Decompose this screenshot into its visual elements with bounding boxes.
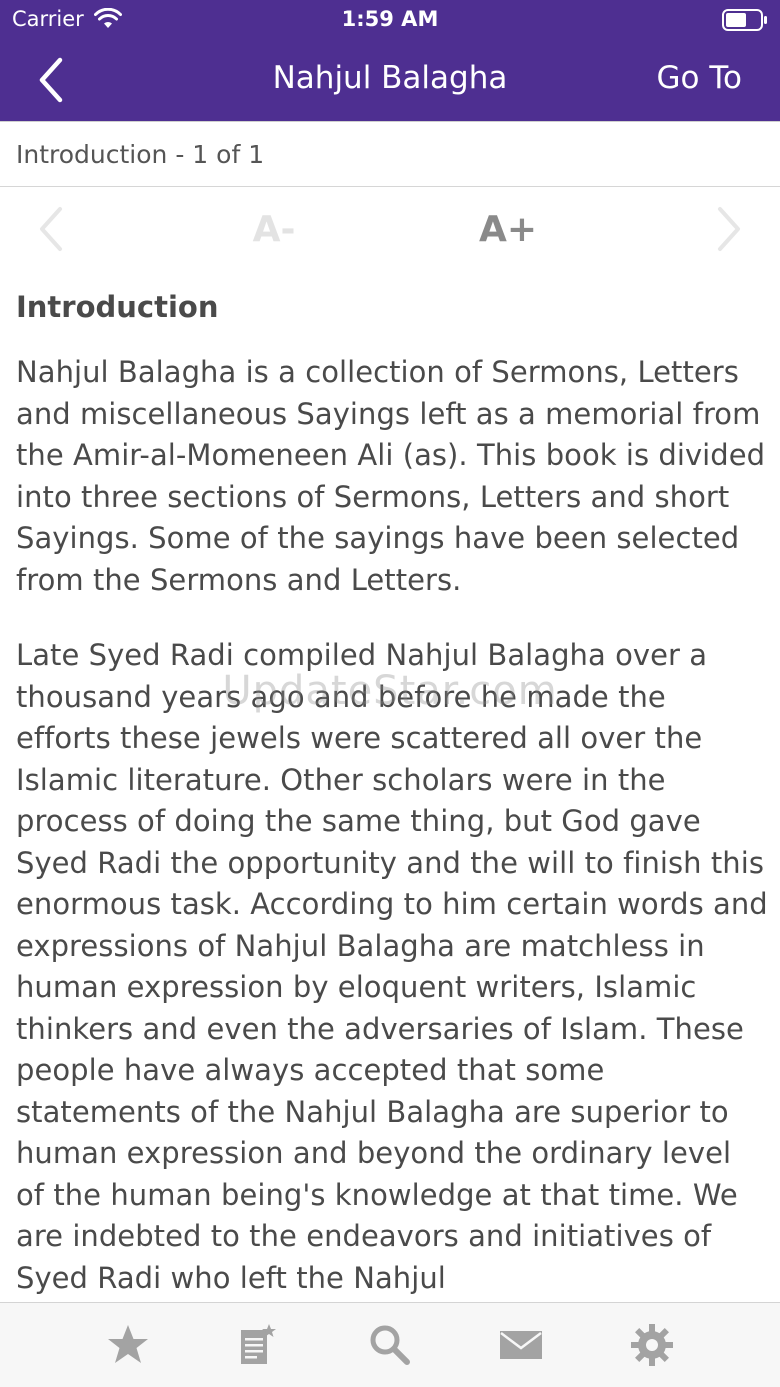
reading-content[interactable]: Introduction Nahjul Balagha is a collect…	[16, 280, 768, 1302]
content-paragraph: Late Syed Radi compiled Nahjul Balagha o…	[16, 638, 768, 1295]
reader-toolbar: A- A+	[0, 187, 780, 271]
font-decrease-button[interactable]: A-	[238, 201, 310, 257]
previous-page-button[interactable]	[28, 201, 74, 257]
tab-mail[interactable]	[491, 1315, 551, 1375]
notes-icon	[241, 1324, 276, 1364]
content-heading: Introduction	[16, 290, 219, 324]
search-icon	[370, 1325, 410, 1365]
status-bar: Carrier 1:59 AM	[0, 0, 780, 40]
navigation-bar: Nahjul Balagha Go To	[0, 40, 780, 121]
next-page-button[interactable]	[706, 201, 752, 257]
font-increase-button[interactable]: A+	[472, 201, 544, 257]
chevron-right-icon	[718, 207, 740, 251]
settings-gear-icon	[631, 1324, 673, 1366]
bottom-tab-bar	[0, 1302, 780, 1387]
chevron-left-icon	[40, 207, 62, 251]
status-time: 1:59 AM	[341, 7, 439, 31]
star-icon	[108, 1325, 148, 1363]
content-paragraph: Nahjul Balagha is a collection of Sermon…	[16, 355, 766, 597]
section-subheader: Introduction - 1 of 1	[0, 121, 780, 187]
tab-notes[interactable]	[226, 1315, 286, 1375]
tab-settings[interactable]	[622, 1315, 682, 1375]
tab-search[interactable]	[360, 1315, 420, 1375]
mail-icon	[500, 1331, 542, 1359]
section-position-label: Introduction - 1 of 1	[16, 140, 265, 169]
tab-favorites[interactable]	[98, 1315, 158, 1375]
battery-icon	[722, 9, 767, 31]
go-to-button[interactable]: Go To	[657, 60, 742, 96]
